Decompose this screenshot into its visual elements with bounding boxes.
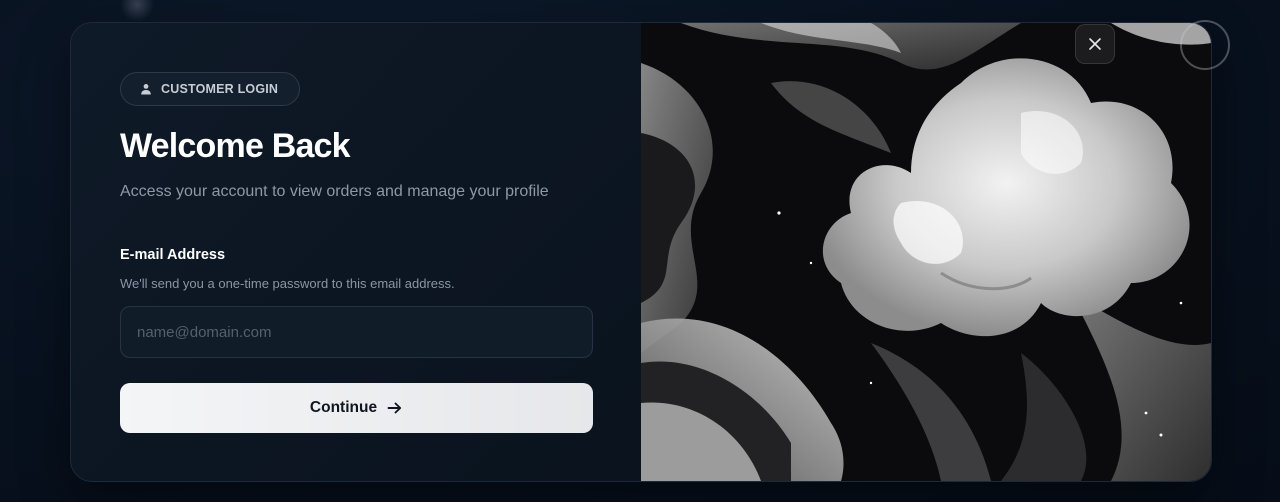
customer-login-badge: CUSTOMER LOGIN [120, 72, 300, 106]
badge-label: CUSTOMER LOGIN [161, 82, 279, 96]
close-icon [1088, 37, 1102, 51]
page-subtitle: Access your account to view orders and m… [120, 183, 549, 200]
hero-image-panel [641, 23, 1211, 481]
login-modal: CUSTOMER LOGIN Welcome Back Access your … [70, 22, 1212, 482]
email-field[interactable] [120, 306, 593, 358]
page-title: Welcome Back [120, 127, 351, 165]
user-icon [139, 82, 153, 96]
continue-button-label: Continue [309, 399, 378, 416]
decorative-wisp [120, 0, 154, 22]
close-button[interactable] [1075, 24, 1115, 64]
arrow-right-icon [387, 401, 403, 415]
email-field-label: E-mail Address [120, 247, 226, 263]
abstract-marble-image [641, 23, 1211, 481]
continue-button[interactable]: Continue [120, 383, 593, 433]
email-help-text: We'll send you a one-time password to th… [120, 276, 455, 291]
login-form-panel: CUSTOMER LOGIN Welcome Back Access your … [71, 23, 641, 481]
